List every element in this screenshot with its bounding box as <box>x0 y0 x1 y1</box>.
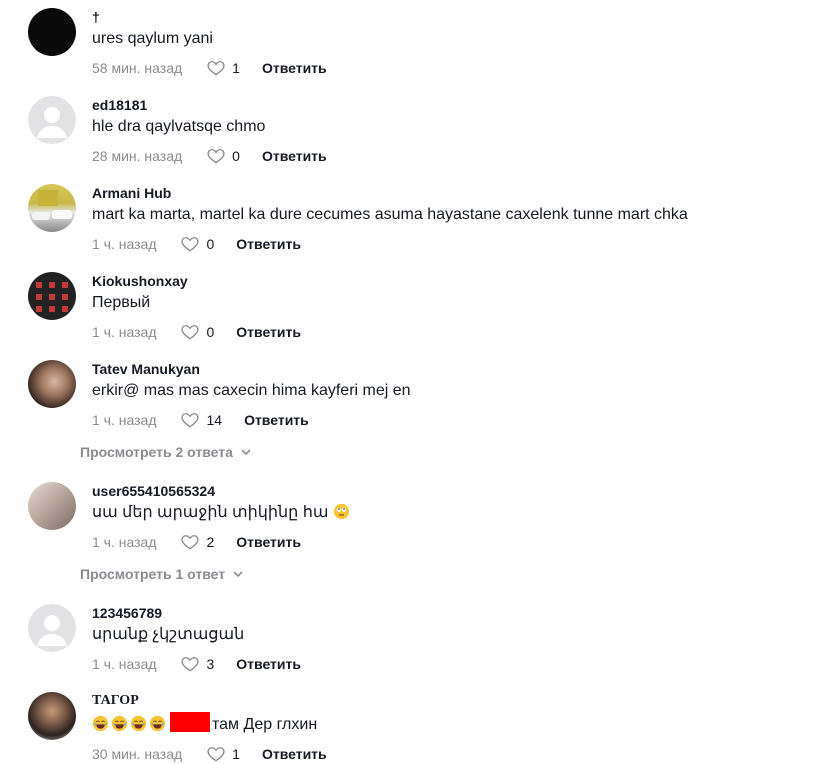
heart-icon <box>207 747 225 762</box>
heart-icon <box>181 237 200 252</box>
comment-username[interactable]: Tatev Manukyan <box>92 360 411 378</box>
comment-time: 28 мин. назад <box>92 148 183 164</box>
default-user-icon <box>37 107 67 138</box>
cars-photo-icon <box>32 190 72 220</box>
like-button[interactable]: 0 <box>206 146 240 166</box>
like-button[interactable]: 1 <box>206 744 240 764</box>
comment-text-content: там Дер глхин <box>212 716 318 733</box>
comment-username[interactable]: 123456789 <box>92 604 301 622</box>
avatar[interactable] <box>28 8 76 56</box>
redaction-block <box>170 712 210 732</box>
comment-time: 30 мин. назад <box>92 746 183 762</box>
comment-username[interactable]: ed18181 <box>92 96 327 114</box>
comment-text: ures qaylum yani <box>92 30 213 47</box>
like-count: 1 <box>232 746 240 762</box>
comment-username[interactable]: Kiokushonxay <box>92 272 301 290</box>
comment-username[interactable]: † <box>92 8 327 26</box>
like-button[interactable]: 2 <box>180 532 214 552</box>
comment-time: 1 ч. назад <box>92 236 157 252</box>
heart-icon <box>181 413 200 428</box>
comment-text: там Дер глхин <box>92 712 327 736</box>
comment-text: Первый <box>92 294 151 311</box>
avatar[interactable] <box>28 184 76 232</box>
reply-button[interactable]: Ответить <box>244 412 309 428</box>
like-button[interactable]: 1 <box>206 58 240 78</box>
like-count: 2 <box>206 534 215 550</box>
comment-text: hle dra qaylvatsqe chmo <box>92 118 266 135</box>
like-button[interactable]: 3 <box>180 654 214 674</box>
avatar[interactable] <box>28 96 76 144</box>
like-count: 0 <box>206 324 215 340</box>
comment-time: 1 ч. назад <box>92 412 157 428</box>
like-button[interactable]: 0 <box>180 322 214 342</box>
comment-text: mart ka marta, martel ka dure cecumes as… <box>92 206 688 223</box>
laughing-emoji-icon <box>111 715 128 732</box>
avatar[interactable] <box>28 272 76 320</box>
default-user-icon <box>37 615 67 646</box>
comment-time: 1 ч. назад <box>92 534 157 550</box>
comment-time: 1 ч. назад <box>92 324 157 340</box>
like-count: 0 <box>232 148 240 164</box>
comment-text: սա մեր արաջին տիկինը հա <box>92 502 352 524</box>
heart-icon <box>207 149 225 164</box>
like-count: 3 <box>206 656 215 672</box>
comment-text: սրանք չկշտացան <box>92 626 245 643</box>
avatar[interactable] <box>28 692 76 740</box>
view-replies-button[interactable]: Просмотреть 2 ответа <box>80 444 253 460</box>
reply-button[interactable]: Ответить <box>236 324 301 340</box>
comment-time: 1 ч. назад <box>92 656 157 672</box>
avatar[interactable] <box>28 482 76 530</box>
reply-button[interactable]: Ответить <box>262 148 327 164</box>
heart-icon <box>181 657 200 672</box>
comment-username[interactable]: Armani Hub <box>92 184 688 202</box>
reply-button[interactable]: Ответить <box>262 60 327 76</box>
like-count: 0 <box>206 236 215 252</box>
avatar[interactable] <box>28 360 76 408</box>
comment-username[interactable]: ТАГОР <box>92 692 327 710</box>
comment-username[interactable]: user655410565324 <box>92 482 352 500</box>
reply-button[interactable]: Ответить <box>236 534 301 550</box>
laughing-emoji-icon <box>92 715 109 732</box>
view-replies-label: Просмотреть 2 ответа <box>80 444 233 460</box>
pattern-icon <box>36 282 68 312</box>
comment-text: erkir@ mas mas caxecin hima kayferi mej … <box>92 382 411 399</box>
chevron-down-icon <box>233 571 243 578</box>
like-count: 1 <box>232 60 240 76</box>
reply-button[interactable]: Ответить <box>262 746 327 762</box>
comment-time: 58 мин. назад <box>92 60 183 76</box>
view-replies-label: Просмотреть 1 ответ <box>80 566 226 582</box>
laughing-emoji-icon <box>130 715 147 732</box>
reply-button[interactable]: Ответить <box>236 656 301 672</box>
chevron-down-icon <box>241 449 251 456</box>
eye-roll-emoji-icon <box>333 503 350 520</box>
like-count: 14 <box>206 412 223 428</box>
heart-icon <box>181 535 200 550</box>
avatar[interactable] <box>28 604 76 652</box>
heart-icon <box>181 325 200 340</box>
view-replies-button[interactable]: Просмотреть 1 ответ <box>80 566 245 582</box>
laughing-emoji-icon <box>149 715 166 732</box>
comment-text-content: սա մեր արաջին տիկինը հա <box>92 504 329 521</box>
like-button[interactable]: 14 <box>180 410 222 430</box>
reply-button[interactable]: Ответить <box>236 236 301 252</box>
like-button[interactable]: 0 <box>180 234 214 254</box>
heart-icon <box>207 61 225 76</box>
